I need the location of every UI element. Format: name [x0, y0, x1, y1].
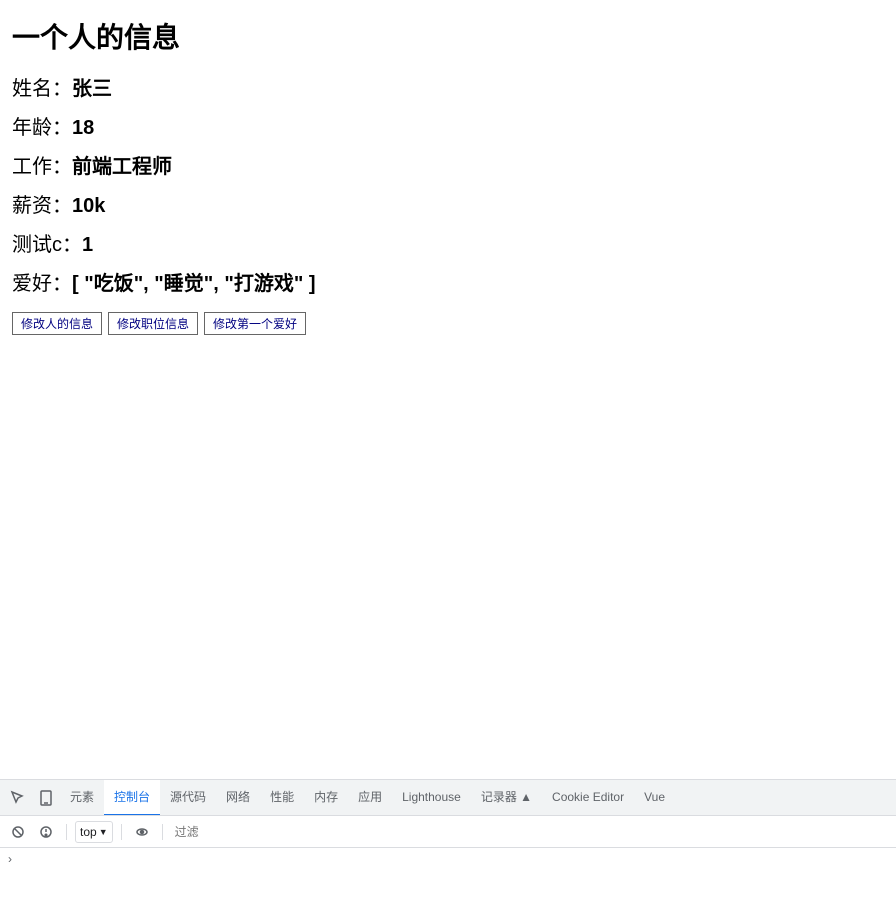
- hobby-line: 爱好：[ "吃饭", "睡觉", "打游戏" ]: [12, 267, 884, 296]
- tab-vue[interactable]: Vue: [634, 780, 675, 816]
- context-dropdown[interactable]: top ▼: [75, 821, 113, 843]
- filter-input[interactable]: [171, 823, 890, 841]
- device-icon[interactable]: [32, 784, 60, 812]
- eye-icon[interactable]: [130, 820, 154, 844]
- age-value: 18: [72, 117, 94, 139]
- name-line: 姓名：张三: [12, 72, 884, 101]
- inspect-icon[interactable]: [4, 784, 32, 812]
- tab-network[interactable]: 网络: [216, 780, 260, 816]
- tab-console[interactable]: 控制台: [104, 780, 160, 816]
- edit-job-button[interactable]: 修改职位信息: [108, 312, 198, 335]
- name-label: 姓名：: [12, 78, 72, 100]
- devtools-tabs: 元素 控制台 源代码 网络 性能 内存 应用 Lighthouse 记录器 ▲ …: [0, 780, 896, 816]
- tab-sources[interactable]: 源代码: [160, 780, 216, 816]
- tab-application[interactable]: 应用: [348, 780, 392, 816]
- top-label: top: [80, 825, 97, 839]
- salary-line: 薪资：10k: [12, 189, 884, 218]
- test-label: 测试c：: [12, 234, 82, 256]
- pause-exceptions-icon[interactable]: [34, 820, 58, 844]
- edit-hobby-button[interactable]: 修改第一个爱好: [204, 312, 306, 335]
- console-expand-icon[interactable]: ›: [8, 852, 12, 866]
- salary-label: 薪资：: [12, 195, 72, 217]
- page-title: 一个人的信息: [12, 16, 884, 56]
- name-value: 张三: [72, 78, 112, 100]
- tab-elements[interactable]: 元素: [60, 780, 104, 816]
- toolbar-divider-2: [121, 824, 122, 840]
- devtools-console-body: ›: [0, 848, 896, 898]
- hobby-label: 爱好：: [12, 273, 72, 295]
- job-label: 工作：: [12, 156, 72, 178]
- tab-performance[interactable]: 性能: [260, 780, 304, 816]
- tab-lighthouse[interactable]: Lighthouse: [392, 780, 471, 816]
- tab-recorder[interactable]: 记录器 ▲: [471, 780, 542, 816]
- tab-cookie-editor[interactable]: Cookie Editor: [542, 780, 634, 816]
- dropdown-arrow-icon: ▼: [99, 827, 108, 837]
- test-value: 1: [82, 234, 93, 256]
- main-content: 一个人的信息 姓名：张三 年龄：18 工作：前端工程师 薪资：10k 测试c：1…: [0, 0, 896, 351]
- edit-info-button[interactable]: 修改人的信息: [12, 312, 102, 335]
- job-value: 前端工程师: [72, 156, 172, 178]
- salary-value: 10k: [72, 195, 105, 217]
- test-line: 测试c：1: [12, 228, 884, 257]
- clear-console-icon[interactable]: [6, 820, 30, 844]
- tab-memory[interactable]: 内存: [304, 780, 348, 816]
- hobby-value: [ "吃饭", "睡觉", "打游戏" ]: [72, 273, 316, 295]
- age-line: 年龄：18: [12, 111, 884, 140]
- buttons-row: 修改人的信息 修改职位信息 修改第一个爱好: [12, 312, 884, 335]
- age-label: 年龄：: [12, 117, 72, 139]
- job-line: 工作：前端工程师: [12, 150, 884, 179]
- toolbar-divider: [66, 824, 67, 840]
- devtools-panel: 元素 控制台 源代码 网络 性能 内存 应用 Lighthouse 记录器 ▲ …: [0, 779, 896, 898]
- devtools-toolbar: top ▼: [0, 816, 896, 848]
- toolbar-divider-3: [162, 824, 163, 840]
